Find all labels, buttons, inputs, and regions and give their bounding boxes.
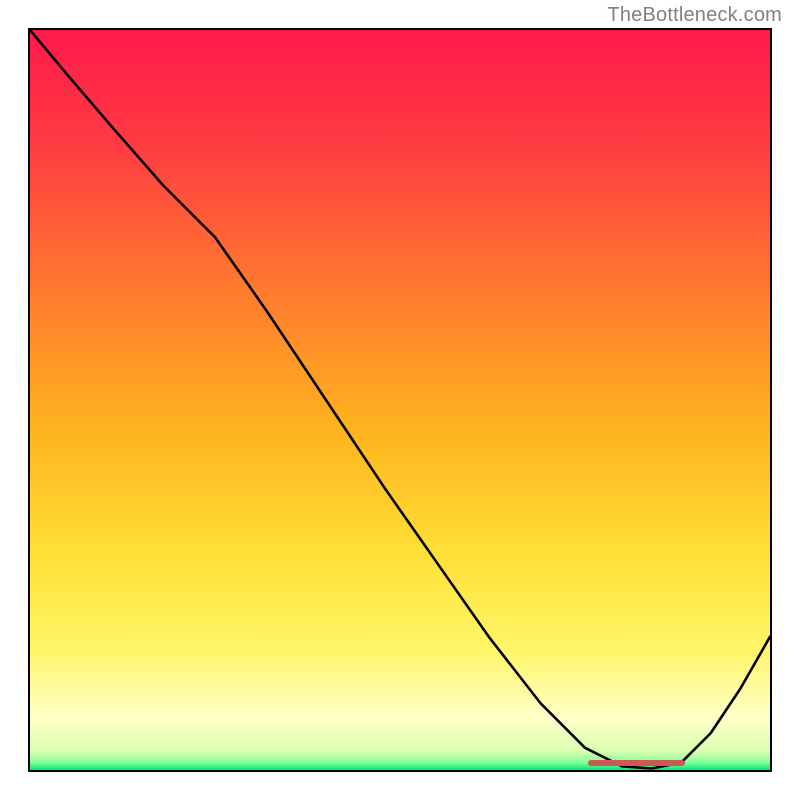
watermark-text: TheBottleneck.com [607,4,782,27]
chart-plot-area [28,28,772,772]
chart-gradient-background [30,30,770,770]
optimal-range-marker [588,760,685,766]
